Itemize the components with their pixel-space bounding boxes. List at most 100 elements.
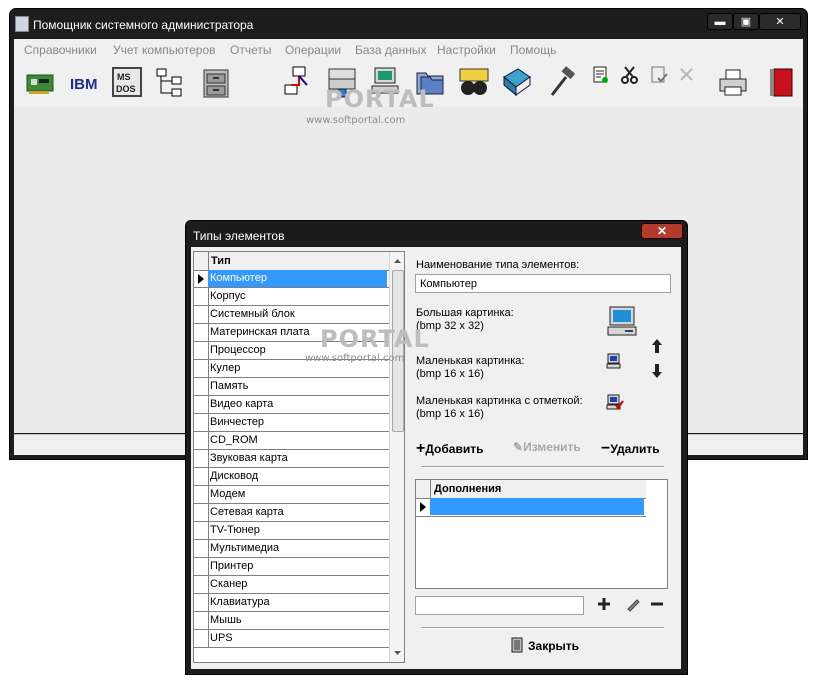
- binoculars-icon[interactable]: [458, 65, 490, 97]
- scroll-up-icon[interactable]: [390, 254, 405, 268]
- menu-settings[interactable]: Настройки: [437, 43, 496, 57]
- type-row[interactable]: Корпус: [194, 288, 389, 306]
- pencil-icon: ✎: [513, 440, 524, 454]
- delete-button-label: Удалить: [610, 442, 660, 456]
- row-indicator: [194, 288, 209, 305]
- row-indicator: [194, 504, 209, 521]
- row-indicator: [194, 342, 209, 359]
- row-indicator: [194, 576, 209, 593]
- type-row[interactable]: Дисковод: [194, 468, 389, 486]
- type-row-label: Винчестер: [210, 416, 265, 428]
- menu-database[interactable]: База данных: [355, 43, 426, 57]
- type-row[interactable]: Звуковая карта: [194, 450, 389, 468]
- type-row-label: Сетевая карта: [210, 506, 284, 518]
- type-row[interactable]: Видео карта: [194, 396, 389, 414]
- ms-dos-icon[interactable]: MS DOS: [110, 65, 142, 97]
- row-indicator: [194, 594, 209, 611]
- cabinet-icon[interactable]: [200, 67, 232, 99]
- doc-settings-icon[interactable]: [591, 65, 611, 85]
- grid-vertical-scrollbar[interactable]: [389, 252, 405, 662]
- big-computer-picture[interactable]: [605, 304, 639, 341]
- scroll-down-icon[interactable]: [390, 646, 405, 660]
- delete-addition-icon[interactable]: [650, 597, 664, 614]
- hammer-icon[interactable]: [546, 65, 578, 97]
- menu-help[interactable]: Помощь: [510, 43, 556, 57]
- maximize-button[interactable]: ▣: [733, 13, 759, 30]
- delete-button[interactable]: −Удалить: [601, 440, 660, 458]
- small-computer-picture[interactable]: [606, 353, 622, 372]
- additions-cell[interactable]: [430, 498, 644, 515]
- type-row[interactable]: Клавиатура: [194, 594, 389, 612]
- additions-row[interactable]: [416, 498, 646, 517]
- add-addition-icon[interactable]: [597, 597, 611, 614]
- type-row[interactable]: Принтер: [194, 558, 389, 576]
- type-row[interactable]: Компьютер: [194, 270, 389, 288]
- printer-icon[interactable]: [717, 67, 749, 99]
- arrow-down-icon[interactable]: [650, 363, 664, 382]
- arrow-up-icon[interactable]: [650, 338, 664, 357]
- row-indicator: [194, 612, 209, 629]
- scissors-icon[interactable]: [620, 65, 640, 85]
- row-indicator: [194, 450, 209, 467]
- row-indicator: [194, 396, 209, 413]
- type-row-label: Видео карта: [210, 398, 274, 410]
- addition-input[interactable]: [415, 596, 584, 615]
- add-button[interactable]: +Добавить: [416, 440, 483, 458]
- menu-reports[interactable]: Отчеты: [230, 43, 271, 57]
- exit-door-icon[interactable]: [768, 66, 800, 98]
- menu-directories[interactable]: Справочники: [24, 43, 97, 57]
- close-button[interactable]: ✕: [759, 13, 801, 30]
- network-card-icon[interactable]: [25, 67, 57, 99]
- type-row[interactable]: Системный блок: [194, 306, 389, 324]
- type-name-label: Наименование типа элементов:: [416, 259, 580, 271]
- type-row[interactable]: Мышь: [194, 612, 389, 630]
- book-icon[interactable]: [500, 65, 532, 97]
- type-row-label: Память: [210, 380, 249, 392]
- additions-grid[interactable]: Дополнения: [415, 479, 668, 589]
- grid-header: Тип: [194, 252, 389, 271]
- delete-x-icon[interactable]: [677, 65, 697, 85]
- type-row[interactable]: UPS: [194, 630, 389, 648]
- type-name-input[interactable]: Компьютер: [415, 274, 671, 293]
- tree-icon[interactable]: [154, 67, 186, 99]
- row-indicator: [194, 324, 209, 341]
- close-dialog-button[interactable]: Закрыть: [510, 637, 579, 653]
- dialog-title: Типы элементов: [193, 229, 285, 243]
- row-indicator: [194, 360, 209, 377]
- door-icon: [510, 637, 524, 653]
- element-types-grid[interactable]: Тип Компьютер Корпус Системный блок Материн…: [193, 251, 405, 663]
- network-computers-icon[interactable]: [283, 65, 315, 97]
- dialog-close-button[interactable]: ✕: [641, 223, 683, 239]
- big-picture-label: Большая картинка:: [416, 307, 514, 319]
- type-row[interactable]: Сканер: [194, 576, 389, 594]
- minimize-button[interactable]: ▬: [707, 13, 733, 30]
- doc-check-icon[interactable]: [649, 65, 669, 85]
- type-row-label: Мышь: [210, 614, 242, 626]
- menu-computer-accounting[interactable]: Учет компьютеров: [113, 43, 216, 57]
- small-computer-check-picture[interactable]: [606, 394, 624, 413]
- edit-addition-icon[interactable]: [625, 596, 641, 615]
- type-row[interactable]: Модем: [194, 486, 389, 504]
- type-row[interactable]: Мультимедиа: [194, 540, 389, 558]
- svg-text:DOS: DOS: [116, 84, 136, 94]
- separator: [421, 466, 664, 468]
- small-picture-size: (bmp 16 x 16): [416, 368, 484, 380]
- type-row[interactable]: Винчестер: [194, 414, 389, 432]
- type-row[interactable]: Сетевая карта: [194, 504, 389, 522]
- type-row[interactable]: CD_ROM: [194, 432, 389, 450]
- watermark-brand: PORTAL: [325, 85, 435, 113]
- menu-bar: Справочники Учет компьютеров Отчеты Опер…: [14, 39, 803, 60]
- type-row[interactable]: Память: [194, 378, 389, 396]
- ibm-text: IBM: [70, 76, 98, 93]
- type-row-label: Модем: [210, 488, 246, 500]
- menu-operations[interactable]: Операции: [285, 43, 341, 57]
- row-indicator: [194, 630, 209, 647]
- ibm-icon[interactable]: IBM: [69, 67, 101, 99]
- grid-header-type: Тип: [211, 255, 231, 267]
- row-indicator: [194, 558, 209, 575]
- small-check-picture-label: Маленькая картинка с отметкой:: [416, 395, 583, 407]
- type-row[interactable]: TV-Тюнер: [194, 522, 389, 540]
- plus-icon: +: [416, 440, 426, 457]
- edit-button[interactable]: ✎Изменить: [513, 440, 581, 454]
- row-indicator: [194, 306, 209, 323]
